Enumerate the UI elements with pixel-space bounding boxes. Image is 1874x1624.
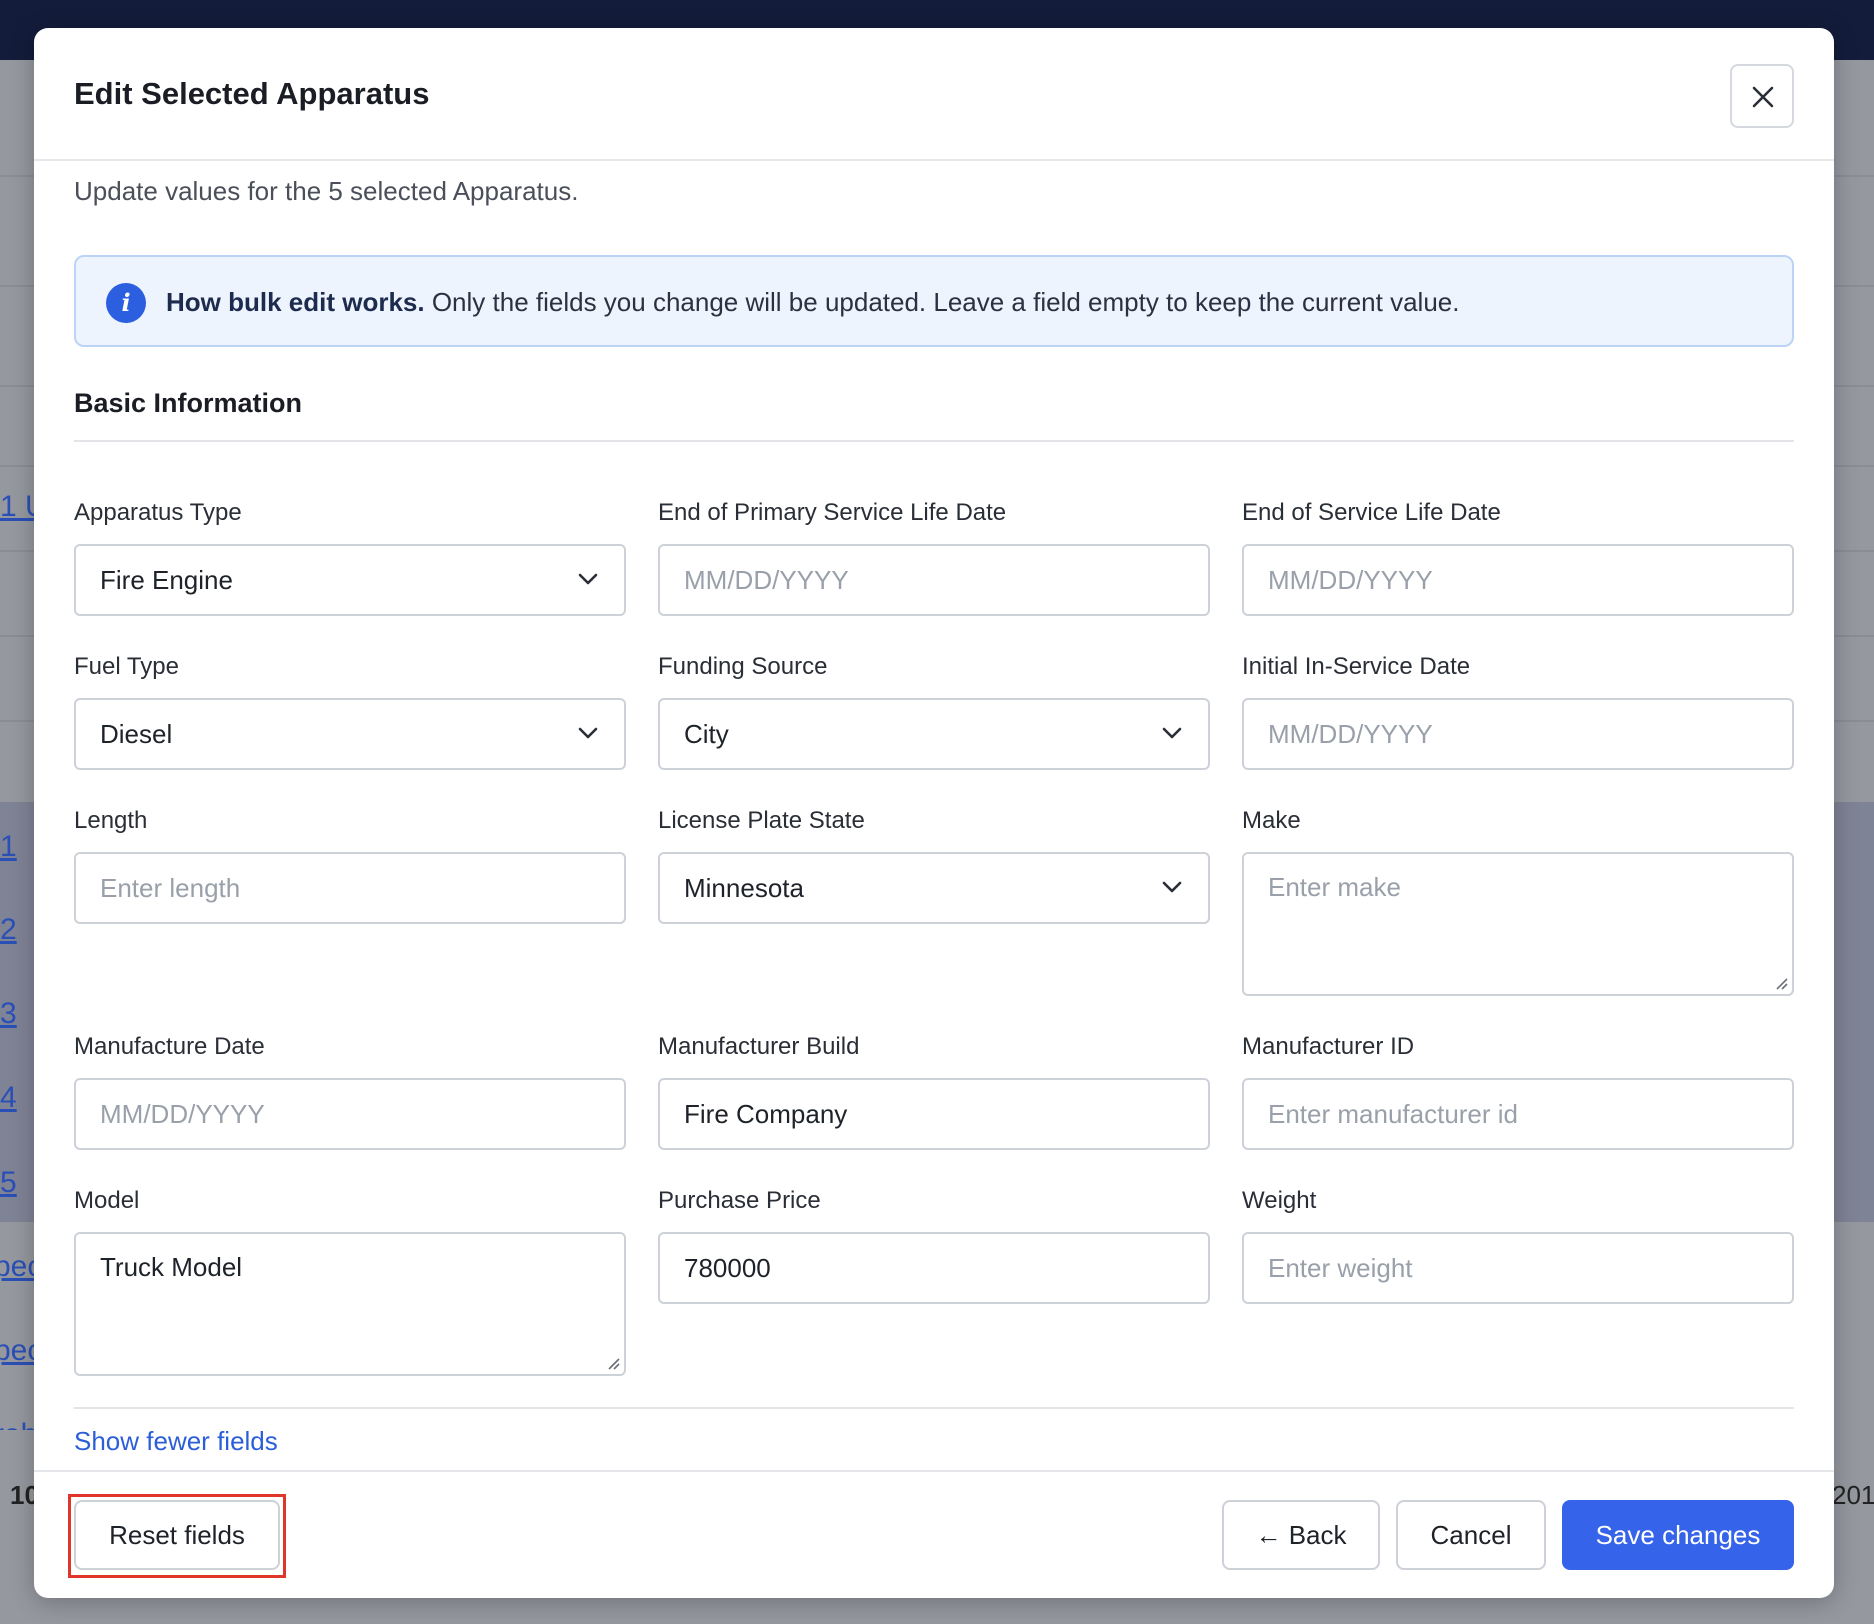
field-label: Model (74, 1187, 140, 1214)
info-message: How bulk edit works. Only the fields you… (166, 287, 1459, 318)
bg-row-link[interactable]: 5 (0, 1166, 17, 1200)
field-label: End of Primary Service Life Date (658, 499, 1007, 526)
select-value: City (684, 719, 729, 749)
make-textarea[interactable]: Enter make (1242, 852, 1794, 996)
length-field: Length Enter length (74, 806, 626, 924)
weight-field: Weight Enter weight (1242, 1186, 1794, 1304)
select-value: Minnesota (684, 873, 804, 903)
select-value: Diesel (100, 719, 173, 749)
cancel-button[interactable]: Cancel (1396, 1500, 1546, 1570)
chevron-down-icon (1162, 881, 1182, 893)
end-service-field: End of Service Life Date MM/DD/YYYY (1242, 498, 1794, 616)
end-service-date-input[interactable]: MM/DD/YYYY (1242, 544, 1794, 616)
close-button[interactable] (1730, 64, 1794, 128)
dialog-header: Edit Selected Apparatus (34, 28, 1834, 161)
fuel-type-select[interactable]: Diesel (74, 698, 626, 770)
field-label: License Plate State (658, 807, 865, 834)
field-label: Length (74, 807, 148, 834)
manufacture-date-input[interactable]: MM/DD/YYYY (74, 1078, 626, 1150)
field-label: Initial In-Service Date (1242, 653, 1471, 680)
field-label: Manufacturer Build (658, 1033, 860, 1060)
input-value: 780000 (684, 1253, 771, 1283)
make-field: Make Enter make (1242, 806, 1794, 996)
bg-row-link[interactable]: 3 (0, 997, 17, 1031)
section-divider (74, 440, 1794, 442)
reset-fields-button[interactable]: Reset fields (74, 1500, 280, 1570)
input-value: Truck Model (100, 1252, 243, 1282)
back-button[interactable]: ← Back (1222, 1500, 1380, 1570)
field-label: Apparatus Type (74, 499, 242, 526)
apparatus-type-field: Apparatus Type Fire Engine (74, 498, 626, 616)
field-label: Make (1242, 807, 1301, 834)
close-icon (1752, 86, 1774, 108)
initial-in-service-field: Initial In-Service Date MM/DD/YYYY (1242, 652, 1794, 770)
bulk-edit-info-box: i How bulk edit works. Only the fields y… (74, 255, 1794, 347)
manufacturer-build-input[interactable]: Fire Company (658, 1078, 1210, 1150)
end-primary-service-date-input[interactable]: MM/DD/YYYY (658, 544, 1210, 616)
info-body: Only the fields you change will be updat… (431, 287, 1460, 317)
funding-source-field: Funding Source City (658, 652, 1210, 770)
input-placeholder: Enter manufacturer id (1268, 1099, 1519, 1129)
dialog-title: Edit Selected Apparatus (74, 76, 430, 111)
bg-row-link[interactable]: 1 (0, 830, 17, 864)
input-placeholder: Enter make (1268, 872, 1401, 902)
field-label: End of Service Life Date (1242, 499, 1501, 526)
save-changes-button[interactable]: Save changes (1562, 1500, 1794, 1570)
dialog-subtitle-wrap: Update values for the 5 selected Apparat… (74, 178, 1074, 214)
purchase-price-input[interactable]: 780000 (658, 1232, 1210, 1304)
select-value: Fire Engine (100, 565, 233, 595)
field-label: Manufacturer ID (1242, 1033, 1415, 1060)
info-heading: How bulk edit works. (166, 287, 425, 317)
funding-source-select[interactable]: City (658, 698, 1210, 770)
purchase-price-field: Purchase Price 780000 (658, 1186, 1210, 1304)
input-placeholder: MM/DD/YYYY (1268, 719, 1433, 749)
field-label: Fuel Type (74, 653, 179, 680)
end-primary-service-field: End of Primary Service Life Date MM/DD/Y… (658, 498, 1210, 616)
model-textarea[interactable]: Truck Model (74, 1232, 626, 1376)
input-placeholder: MM/DD/YYYY (1268, 565, 1433, 595)
edit-apparatus-dialog: Edit Selected Apparatus Update values fo… (34, 28, 1834, 1598)
field-label: Weight (1242, 1187, 1317, 1214)
initial-in-service-date-input[interactable]: MM/DD/YYYY (1242, 698, 1794, 770)
manufacturer-build-field: Manufacturer Build Fire Company (658, 1032, 1210, 1150)
bg-row-link[interactable]: rab (0, 1418, 37, 1430)
model-field: Model Truck Model (74, 1186, 626, 1376)
fields-divider (74, 1407, 1794, 1409)
dialog-subtitle: Update values for the 5 selected Apparat… (74, 178, 579, 206)
dialog-footer: Reset fields ← Back Cancel Save changes (34, 1470, 1834, 1598)
chevron-down-icon (578, 573, 598, 585)
license-plate-state-select[interactable]: Minnesota (658, 852, 1210, 924)
resize-grip-icon[interactable] (604, 1354, 620, 1370)
input-placeholder: MM/DD/YYYY (684, 565, 849, 595)
apparatus-type-select[interactable]: Fire Engine (74, 544, 626, 616)
length-input[interactable]: Enter length (74, 852, 626, 924)
license-plate-state-field: License Plate State Minnesota (658, 806, 1210, 924)
manufacture-date-field: Manufacture Date MM/DD/YYYY (74, 1032, 626, 1150)
field-label: Purchase Price (658, 1187, 821, 1214)
section-title: Basic Information (74, 388, 303, 418)
resize-grip-icon[interactable] (1772, 974, 1788, 990)
weight-input[interactable]: Enter weight (1242, 1232, 1794, 1304)
field-label: Manufacture Date (74, 1033, 265, 1060)
bg-row-link[interactable]: 4 (0, 1081, 17, 1115)
input-value: Fire Company (684, 1099, 848, 1129)
input-placeholder: Enter weight (1268, 1253, 1413, 1283)
field-label: Funding Source (658, 653, 828, 680)
manufacturer-id-input[interactable]: Enter manufacturer id (1242, 1078, 1794, 1150)
input-placeholder: MM/DD/YYYY (100, 1099, 265, 1129)
bg-cell-text: 2017 (1832, 1480, 1874, 1510)
chevron-down-icon (578, 727, 598, 739)
info-icon: i (106, 283, 146, 323)
manufacturer-id-field: Manufacturer ID Enter manufacturer id (1242, 1032, 1794, 1150)
bg-row-link[interactable]: 2 (0, 913, 17, 947)
chevron-down-icon (1162, 727, 1182, 739)
show-fewer-fields-link[interactable]: Show fewer fields (74, 1426, 278, 1457)
fuel-type-field: Fuel Type Diesel (74, 652, 626, 770)
input-placeholder: Enter length (100, 873, 241, 903)
